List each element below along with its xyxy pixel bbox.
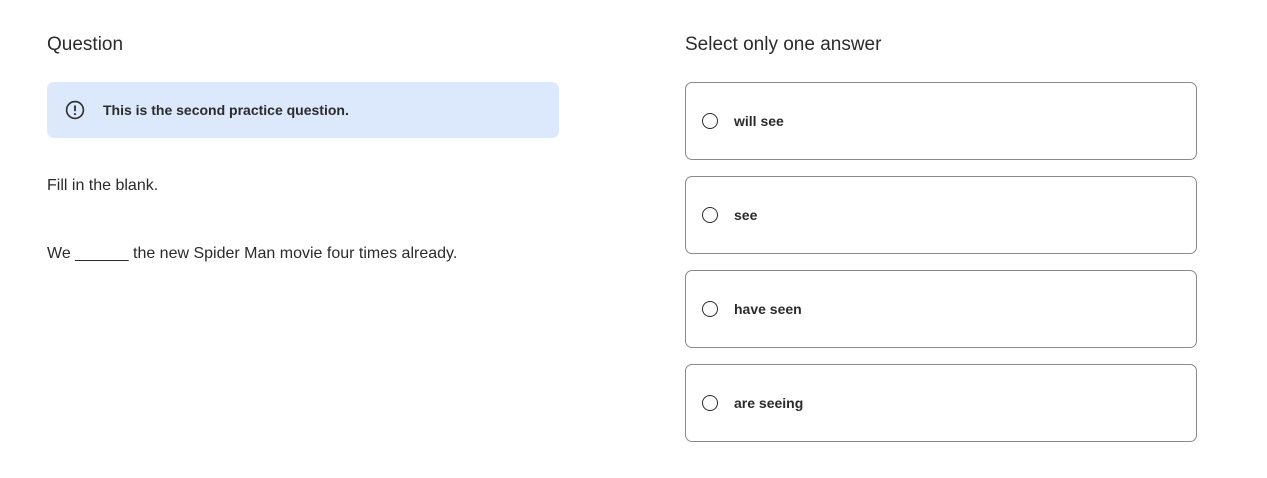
- answer-option-see[interactable]: see: [685, 176, 1197, 254]
- answer-option-label: are seeing: [734, 395, 804, 411]
- practice-notice-banner: This is the second practice question.: [47, 82, 559, 138]
- answer-option-label: see: [734, 207, 758, 223]
- answer-option-label: have seen: [734, 301, 802, 317]
- exclamation-circle-icon: [65, 100, 85, 120]
- answer-option-are-seeing[interactable]: are seeing: [685, 364, 1197, 442]
- radio-button[interactable]: [702, 395, 718, 411]
- answer-option-have-seen[interactable]: have seen: [685, 270, 1197, 348]
- answer-option-label: will see: [734, 113, 784, 129]
- question-instruction: Fill in the blank.: [47, 177, 159, 194]
- question-heading: Question: [47, 34, 124, 55]
- answer-option-will-see[interactable]: will see: [685, 82, 1197, 160]
- radio-button[interactable]: [702, 207, 718, 223]
- radio-button[interactable]: [702, 301, 718, 317]
- question-sentence: We ______ the new Spider Man movie four …: [47, 245, 458, 262]
- quiz-page: Question This is the second practice que…: [0, 0, 1267, 478]
- radio-button[interactable]: [702, 113, 718, 129]
- practice-notice-text: This is the second practice question.: [103, 102, 349, 118]
- answer-heading: Select only one answer: [685, 34, 882, 55]
